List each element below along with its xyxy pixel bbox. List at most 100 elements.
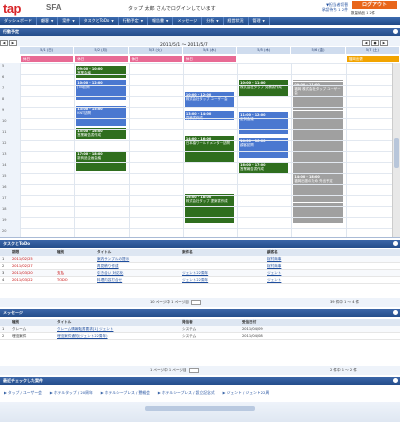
deal-link[interactable]: ジェント22周年 bbox=[180, 277, 265, 283]
task-title-link[interactable]: 再見積り作成 bbox=[95, 263, 180, 269]
day-header[interactable]: 5/3 (火) bbox=[128, 47, 183, 54]
arrow-right-icon: ▶ bbox=[4, 390, 7, 395]
calendar-event[interactable]: 10:00 - 12:00 JTB訪問 bbox=[75, 79, 127, 101]
table-row[interactable]: 3 2011/03/20 支払 引き合い 対応化 ジェント22周年 ジェント bbox=[0, 270, 400, 277]
menu-messages[interactable]: メッセージ bbox=[173, 17, 203, 25]
recent-item-label: ホテルタップ / 20周年 bbox=[53, 390, 93, 395]
table-row[interactable]: 1 2011/02/25 案内サンプルの提示 桜村商事 bbox=[0, 256, 400, 263]
message-title-link[interactable]: クレーム情報転書要求[1] ジェント bbox=[55, 326, 180, 332]
table-row[interactable]: 2 埋没案件 埋没案件通知(ジェント22周年) システム 2011/04/08 bbox=[0, 333, 400, 340]
table-row[interactable]: 1 クレーム クレーム情報転書要求[1] ジェント システム 2011/04/09 bbox=[0, 326, 400, 333]
prev-week-button[interactable]: ◀ bbox=[0, 40, 8, 46]
deal-link[interactable] bbox=[180, 263, 265, 269]
calendar-event[interactable]: 14:00 - 18:00 福岡出張のため 外出予定 bbox=[292, 173, 344, 203]
calendar-event[interactable]: 13:00 - 14:00見積書作成 bbox=[183, 110, 236, 121]
allday-event[interactable]: 休日 bbox=[21, 56, 74, 62]
customer-link[interactable]: ジェント bbox=[265, 270, 400, 276]
approval-link[interactable]: 承認待ち 1 2件 bbox=[318, 7, 348, 12]
task-title-link[interactable]: 引き合い 対応化 bbox=[95, 270, 180, 276]
panel-title-text: 最近チェックした案件 bbox=[3, 378, 43, 383]
recent-item[interactable]: ▶ホテルタップ / 20周年 bbox=[46, 390, 97, 396]
menu-admin[interactable]: 管理 ▼ bbox=[249, 17, 270, 25]
collapse-icon[interactable] bbox=[393, 29, 398, 34]
recent-item[interactable]: ▶ホテルシープレス / 懇親会 bbox=[97, 390, 154, 396]
col-due: 期限 bbox=[12, 250, 20, 254]
recent-item[interactable]: ▶ジェント / ジェント22周 bbox=[219, 390, 274, 396]
menu-dashboard[interactable]: ダッシュボード bbox=[0, 17, 37, 25]
menu-analysis[interactable]: 分析 ▼ bbox=[202, 17, 224, 25]
menu-schedule[interactable]: 行動予定 ▼ bbox=[119, 17, 148, 25]
table-row[interactable]: 4 2011/03/22 TODO 料理内容打合せ ジェント22周年 ジェント bbox=[0, 277, 400, 284]
customer-link[interactable]: 桜村商事 bbox=[265, 263, 400, 269]
logout-button[interactable]: ログアウト bbox=[352, 1, 397, 9]
recent-item[interactable]: ▶タップ / ユーザー会 bbox=[0, 390, 46, 396]
today-button[interactable]: ● bbox=[371, 40, 379, 46]
menu-reports[interactable]: 報告書 ▼ bbox=[148, 17, 174, 25]
recent-item[interactable]: ▶ホテルシープレス / 設立記念式 bbox=[154, 390, 219, 396]
hour-label: 16 bbox=[2, 185, 7, 189]
calendar-event[interactable]: 09:00 - 10:00営業会議 bbox=[75, 65, 127, 79]
tasks-pager: 10 ページ中 1 ページ目 39 件中 1 ～ 4 件 bbox=[0, 298, 400, 307]
column-line bbox=[291, 63, 293, 237]
scroll-thumb[interactable] bbox=[394, 138, 399, 168]
collapse-icon[interactable] bbox=[393, 378, 398, 383]
message-date: 2011/04/08 bbox=[242, 334, 263, 338]
task-type: 支払 bbox=[57, 271, 65, 275]
page-input[interactable] bbox=[191, 299, 202, 305]
logo[interactable]: tap bbox=[3, 1, 22, 16]
panel-title-text: 行動予定 bbox=[3, 29, 19, 34]
menu-label: 経営状況 bbox=[227, 18, 244, 23]
customer-link[interactable]: ジェント bbox=[265, 277, 400, 283]
day-header[interactable]: 5/2 (月) bbox=[74, 47, 129, 54]
collapse-icon[interactable] bbox=[393, 310, 398, 315]
allday-event[interactable]: 休日 bbox=[183, 56, 237, 62]
allday-event[interactable]: 福岡出張 bbox=[346, 56, 399, 62]
calendar-event[interactable]: 13:00 - 15:00 KNT訪問 bbox=[75, 105, 127, 127]
grid-line bbox=[20, 162, 392, 163]
task-title-link[interactable]: 案内サンプルの提示 bbox=[95, 256, 180, 262]
calendar-scrollbar[interactable] bbox=[392, 63, 400, 237]
hour-label: 15 bbox=[2, 174, 7, 178]
next-button[interactable]: ▶ bbox=[380, 40, 388, 46]
deal-link[interactable] bbox=[180, 256, 265, 262]
prev-button[interactable]: ◀ bbox=[362, 40, 370, 46]
event-title: 営業報告書作成 bbox=[77, 133, 102, 138]
deal-link[interactable]: ジェント22周年 bbox=[180, 270, 265, 276]
info-text[interactable]: 数量納品 1 2件 bbox=[351, 11, 375, 16]
menu-management[interactable]: 経営状況 bbox=[224, 17, 249, 25]
task-title-link[interactable]: 料理内容打合せ bbox=[95, 277, 180, 283]
day-header[interactable]: 5/1 (日) bbox=[20, 47, 75, 54]
menu-customers[interactable]: 顧客 ▼ bbox=[37, 17, 59, 25]
menu-tasks[interactable]: タスクとToDo ▼ bbox=[80, 17, 119, 25]
footer-handle[interactable] bbox=[145, 406, 255, 411]
next-week-button[interactable]: ▶ bbox=[9, 40, 17, 46]
row-number: 3 bbox=[2, 271, 5, 275]
allday-event[interactable]: 休日 bbox=[75, 56, 128, 62]
day-header[interactable]: 5/7 (土) bbox=[345, 47, 400, 54]
day-header[interactable]: 5/4 (水) bbox=[182, 47, 238, 54]
menu-deals[interactable]: 案件 ▼ bbox=[58, 17, 80, 25]
day-header[interactable]: 5/6 (金) bbox=[291, 47, 346, 54]
calendar-event[interactable]: 11:00 - 12:00 定例会議 bbox=[238, 111, 290, 135]
page-input[interactable] bbox=[188, 367, 199, 373]
col-date: 受信日付 bbox=[242, 320, 257, 324]
main-menu: ダッシュボード 顧客 ▼ 案件 ▼ タスクとToDo ▼ 行動予定 ▼ 報告書 ▼ メッセ… bbox=[0, 17, 400, 25]
calendar-event[interactable]: 17:00 - 18:00 新商品企画会議 bbox=[75, 150, 127, 172]
hour-label: 11 bbox=[2, 130, 7, 134]
table-row[interactable]: 2 2011/02/27 再見積り作成 桜村商事 bbox=[0, 263, 400, 270]
calendar-event[interactable]: 16:00 - 18:00 株式会社タップ 提案書作成 bbox=[183, 193, 236, 224]
hour-column: 5 6 7 8 9 10 11 12 13 14 15 16 17 18 19 20 bbox=[0, 63, 20, 237]
hour-label: 7 bbox=[2, 86, 5, 90]
grid-line bbox=[20, 195, 392, 196]
day-header[interactable]: 5/5 (木) bbox=[237, 47, 292, 54]
event-title: 新商品企画会議 bbox=[77, 156, 102, 161]
table-header: 期限 種別 タイトル 案件名 顧客名 bbox=[0, 249, 400, 256]
message-title-link[interactable]: 埋没案件通知(ジェント22周年) bbox=[55, 333, 180, 339]
allday-event[interactable]: 休日 bbox=[129, 56, 182, 62]
tasks-panel-title: タスクとToDo bbox=[0, 240, 400, 248]
collapse-icon[interactable] bbox=[393, 241, 398, 246]
calendar-event[interactable]: 10:00 - 11:00 株式会社タップ 見積書作成 bbox=[238, 79, 290, 97]
customer-link[interactable]: 桜村商事 bbox=[265, 256, 400, 262]
grid-line bbox=[20, 217, 392, 218]
hour-label: 9 bbox=[2, 108, 5, 112]
